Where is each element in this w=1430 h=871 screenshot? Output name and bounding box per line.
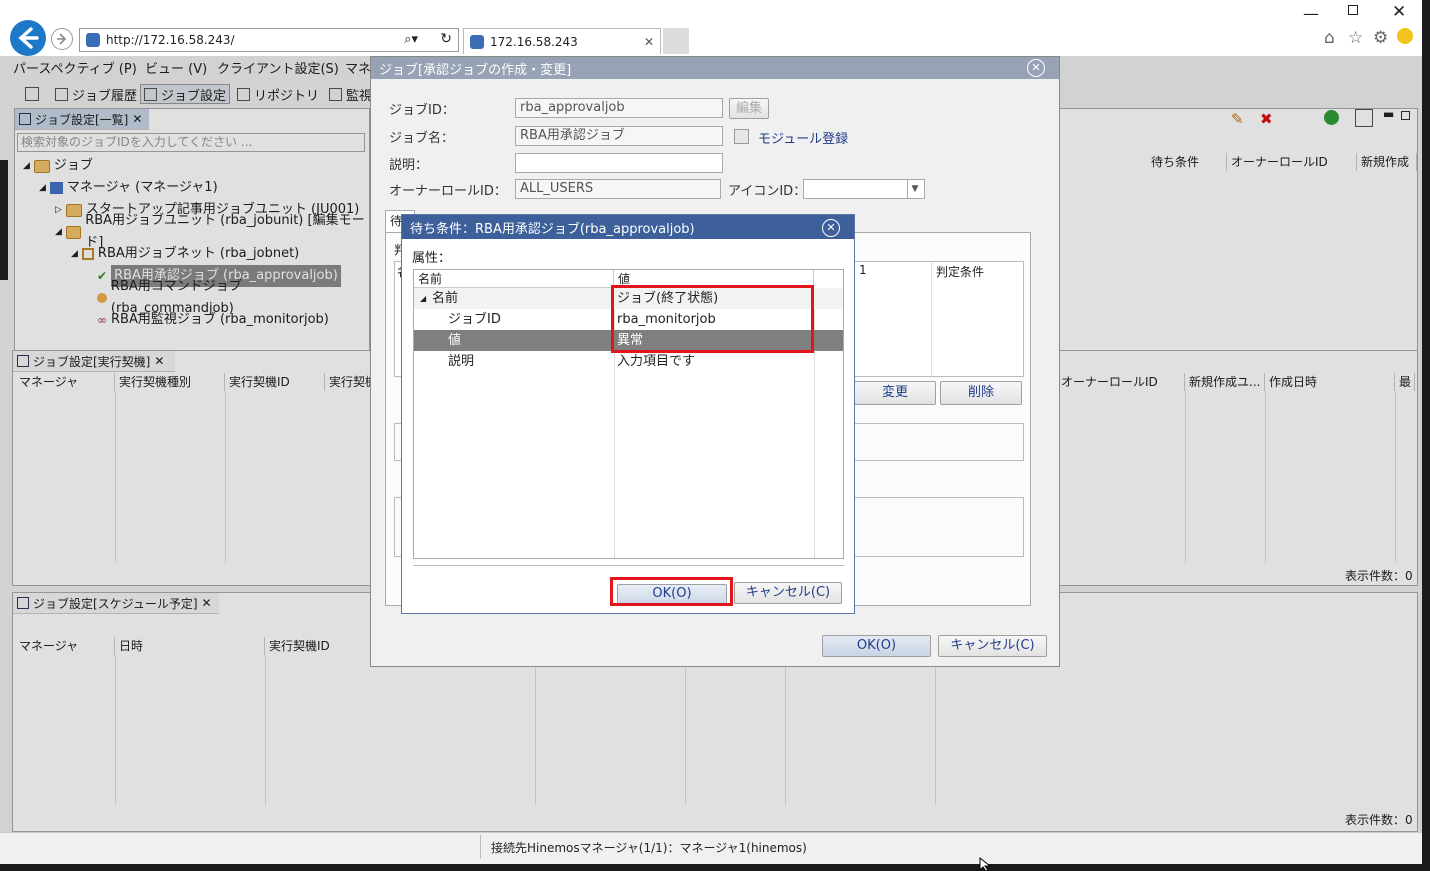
job-name-label: ジョブ名： bbox=[389, 131, 455, 146]
inner-cancel-button[interactable]: キャンセル(C) bbox=[734, 582, 842, 604]
minimize-icon[interactable]: — bbox=[1303, 4, 1319, 23]
attribute-label: 属性： bbox=[412, 251, 452, 266]
owner-role-label: オーナーロールID： bbox=[389, 184, 507, 199]
mouse-cursor-icon bbox=[979, 857, 992, 871]
forward-button[interactable] bbox=[51, 28, 73, 50]
job-id-label: ジョブID： bbox=[389, 103, 455, 118]
prop-name: ジョブID bbox=[448, 312, 501, 327]
dialog-title-bar: ジョブ[承認ジョブの作成・変更] ✕ bbox=[371, 57, 1059, 79]
module-label: モジュール登録 bbox=[758, 132, 849, 147]
dialog-cancel-button[interactable]: キャンセル(C) bbox=[938, 635, 1047, 657]
refresh-icon[interactable]: ↻ bbox=[440, 31, 452, 47]
module-checkbox[interactable] bbox=[734, 129, 749, 144]
prop-value: 入力項目です bbox=[617, 354, 696, 369]
grid-line bbox=[931, 262, 932, 376]
inner-dialog-title: 待ち条件：RBA用承認ジョブ(rba_approvaljob) bbox=[410, 221, 695, 237]
col-name[interactable]: 名前 bbox=[414, 270, 614, 288]
feedback-smiley-icon[interactable] bbox=[1397, 28, 1413, 44]
job-id-field[interactable]: rba_approvaljob bbox=[515, 98, 723, 118]
maximize-icon[interactable] bbox=[1348, 5, 1358, 15]
desktop-edge bbox=[0, 160, 8, 280]
browser-tab[interactable]: 172.16.58.243 ✕ bbox=[463, 28, 661, 54]
tab-title: 172.16.58.243 bbox=[490, 34, 578, 49]
dialog-title: ジョブ[承認ジョブの作成・変更] bbox=[379, 62, 572, 78]
highlight-ok-box bbox=[610, 577, 733, 606]
prop-name: 名前 bbox=[432, 291, 459, 306]
dialog-ok-button[interactable]: OK(O) bbox=[822, 635, 931, 657]
description-field[interactable] bbox=[515, 153, 723, 173]
close-window-icon[interactable]: ✕ bbox=[1392, 2, 1406, 22]
inner-title-bar: 待ち条件：RBA用承認ジョブ(rba_approvaljob) ✕ bbox=[402, 215, 854, 239]
close-dialog-icon[interactable]: ✕ bbox=[1027, 59, 1045, 77]
back-button[interactable] bbox=[10, 20, 46, 56]
wait-condition-dialog: 待ち条件：RBA用承認ジョブ(rba_approvaljob) ✕ 属性： 名前… bbox=[401, 214, 855, 614]
back-arrow-icon bbox=[18, 27, 39, 49]
status-bar: 接続先Hinemosマネージャ(1/1)：マネージャ1(hinemos) bbox=[0, 832, 1422, 860]
search-icon[interactable]: ⌕▾ bbox=[404, 32, 418, 47]
close-dialog-icon[interactable]: ✕ bbox=[822, 219, 840, 237]
edit-button[interactable]: 編集 bbox=[729, 98, 769, 119]
forward-arrow-icon bbox=[57, 33, 67, 45]
url-text: http://172.16.58.243/ bbox=[106, 33, 235, 47]
chevron-down-icon: ▼ bbox=[907, 180, 922, 198]
delete-button[interactable]: 削除 bbox=[940, 381, 1022, 405]
status-text: 接続先Hinemosマネージャ(1/1)：マネージャ1(hinemos) bbox=[491, 841, 807, 855]
icon-id-label: アイコンID： bbox=[728, 184, 807, 199]
site-icon bbox=[470, 34, 484, 49]
separator bbox=[413, 565, 844, 566]
highlight-value-box bbox=[611, 285, 814, 353]
close-tab-icon[interactable]: ✕ bbox=[644, 35, 654, 49]
prop-name: 説明 bbox=[448, 354, 475, 369]
status-divider bbox=[480, 835, 481, 859]
address-bar[interactable]: http://172.16.58.243/ ⌕▾ ↻ bbox=[79, 28, 459, 52]
favorites-star-icon[interactable]: ☆ bbox=[1348, 28, 1363, 48]
site-icon bbox=[86, 33, 100, 47]
prop-row-description[interactable]: 説明 入力項目です bbox=[414, 351, 843, 372]
browser-window: http://172.16.58.243/ ⌕▾ ↻ 172.16.58.243… bbox=[0, 0, 1422, 871]
home-icon[interactable]: ⌂ bbox=[1324, 28, 1335, 48]
expand-icon[interactable]: ◢ bbox=[420, 288, 426, 309]
col-judge-condition[interactable]: 判定条件 bbox=[936, 263, 984, 280]
settings-gear-icon[interactable]: ⚙ bbox=[1373, 28, 1388, 48]
icon-id-select[interactable]: ▼ bbox=[803, 179, 925, 199]
col-1: 1 bbox=[859, 263, 867, 277]
new-tab-button[interactable] bbox=[663, 28, 689, 54]
change-button[interactable]: 変更 bbox=[854, 381, 936, 405]
owner-role-field[interactable]: ALL_USERS bbox=[515, 179, 721, 199]
description-label: 説明： bbox=[389, 158, 429, 173]
prop-name: 値 bbox=[448, 333, 462, 348]
job-name-field[interactable]: RBA用承認ジョブ bbox=[515, 126, 723, 146]
